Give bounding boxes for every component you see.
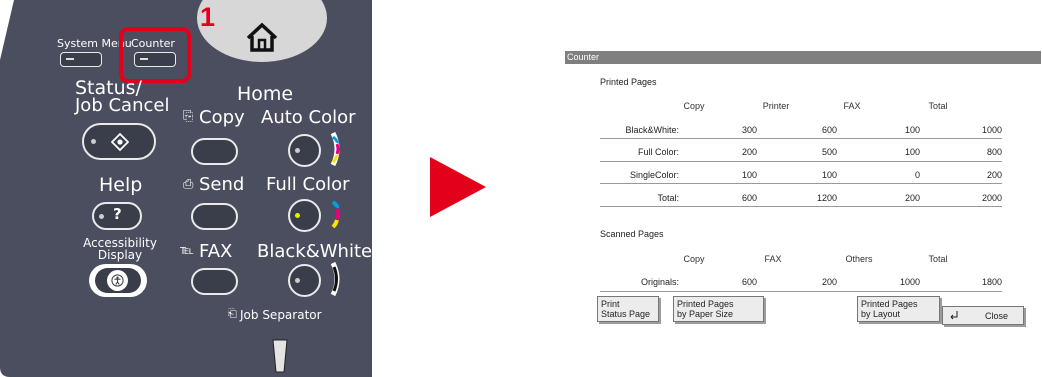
cell: 800 — [986, 147, 1002, 157]
key-led — [140, 58, 148, 60]
printed-col-total: Total — [928, 101, 948, 111]
cell: 1000 — [981, 125, 1002, 135]
row-divider — [600, 206, 1002, 207]
cell: 0 — [914, 170, 920, 180]
accessibility-display-button[interactable] — [89, 264, 147, 297]
black-white-led — [295, 278, 300, 283]
scanned-col-fax: FAX — [764, 254, 782, 264]
cell: 1800 — [981, 277, 1002, 287]
printed-pages-heading: Printed Pages — [600, 77, 657, 87]
display-label: Display — [97, 248, 143, 262]
send-icon: ⎙ — [183, 177, 194, 192]
system-menu-key[interactable] — [60, 52, 102, 67]
printed-pages-by-layout-button[interactable]: Printed Pages by Layout — [857, 296, 940, 322]
copy-icon: ⎘ — [183, 109, 194, 124]
home-label: Home — [237, 83, 294, 105]
fax-button[interactable] — [191, 268, 238, 295]
button-label-line1: Print — [601, 299, 620, 309]
full-color-button[interactable] — [288, 199, 321, 232]
row-divider — [600, 138, 1002, 139]
cell: 100 — [821, 170, 837, 180]
row-divider — [600, 291, 1002, 292]
help-led — [99, 214, 104, 219]
close-label: Close — [985, 311, 1009, 321]
job-cancel-label: Job Cancel — [75, 95, 170, 116]
cell: 1200 — [816, 193, 837, 203]
send-button[interactable] — [191, 203, 238, 230]
button-label-line1: Printed Pages — [861, 299, 918, 309]
black-bar-icon — [330, 261, 340, 297]
printed-pages-by-paper-size-button[interactable]: Printed Pages by Paper Size — [673, 296, 764, 322]
black-white-label: Black&White — [257, 241, 373, 262]
fax-label: FAX — [199, 241, 233, 262]
scanned-col-total: Total — [928, 254, 948, 264]
full-color-led — [295, 213, 300, 218]
cell: 500 — [821, 147, 837, 157]
cell: 1000 — [899, 277, 920, 287]
button-label-line1: Printed Pages — [677, 299, 734, 309]
auto-color-button[interactable] — [288, 134, 321, 167]
printed-col-copy: Copy — [683, 101, 705, 111]
cell: 100 — [904, 125, 920, 135]
callout-number: 1 — [200, 2, 216, 32]
print-status-page-button[interactable]: Print Status Page — [597, 296, 659, 322]
copy-button[interactable] — [191, 138, 238, 165]
row-divider — [600, 161, 1002, 162]
cell: 2000 — [981, 193, 1002, 203]
auto-color-led — [295, 148, 300, 153]
row-divider — [600, 183, 1002, 184]
scanned-col-copy: Copy — [683, 254, 705, 264]
color-bar-icon — [330, 131, 340, 167]
row-label: Full Color: — [637, 147, 679, 157]
key-led — [66, 58, 74, 60]
enter-icon — [950, 311, 958, 320]
job-separator-icon: ⎗ — [228, 307, 237, 320]
cell: 100 — [741, 170, 757, 180]
cell: 600 — [741, 277, 757, 287]
stop-diamond-icon — [111, 133, 129, 151]
fax-icon: ℡ — [180, 243, 194, 258]
counter-key[interactable] — [134, 52, 176, 67]
cell: 200 — [986, 170, 1002, 180]
button-label-line2: by Paper Size — [677, 309, 734, 319]
printed-col-fax: FAX — [843, 101, 861, 111]
operation-panel: System Menu Counter 1 Status/ Job Cancel… — [0, 0, 372, 377]
question-mark-icon: ? — [113, 205, 122, 223]
arrow-right-icon — [430, 157, 486, 217]
black-white-button[interactable] — [288, 264, 321, 297]
row-label: Total: — [657, 193, 679, 203]
help-label: Help — [99, 174, 143, 196]
cell: 100 — [904, 147, 920, 157]
cell: 600 — [821, 125, 837, 135]
status-job-cancel-button[interactable] — [82, 123, 156, 160]
cell: 200 — [821, 277, 837, 287]
cell: 200 — [741, 147, 757, 157]
row-label: SingleColor: — [629, 170, 679, 180]
status-led — [91, 139, 96, 144]
close-button[interactable]: Close — [942, 306, 1024, 325]
auto-color-label: Auto Color — [261, 107, 356, 128]
copy-label: Copy — [199, 107, 245, 128]
button-label-line2: Status Page — [601, 309, 651, 319]
row-label: Originals: — [640, 277, 679, 287]
cell: 300 — [741, 125, 757, 135]
accessibility-icon — [111, 274, 124, 287]
full-color-bar-icon — [331, 200, 340, 229]
home-icon — [246, 22, 278, 52]
scanned-col-others: Others — [845, 254, 873, 264]
counter-screen: Counter Printed Pages Copy Printer FAX T… — [565, 51, 1041, 333]
job-separator-label: Job Separator — [240, 308, 322, 322]
scanned-pages-heading: Scanned Pages — [600, 229, 664, 239]
screen-title: Counter — [565, 51, 1041, 64]
row-label: Black&White: — [625, 125, 679, 135]
button-label-line2: by Layout — [861, 309, 901, 319]
send-label: Send — [199, 174, 245, 195]
help-button[interactable]: ? — [92, 202, 142, 230]
cell: 600 — [741, 193, 757, 203]
cell: 200 — [904, 193, 920, 203]
printed-col-printer: Printer — [762, 101, 790, 111]
full-color-label: Full Color — [266, 174, 350, 195]
